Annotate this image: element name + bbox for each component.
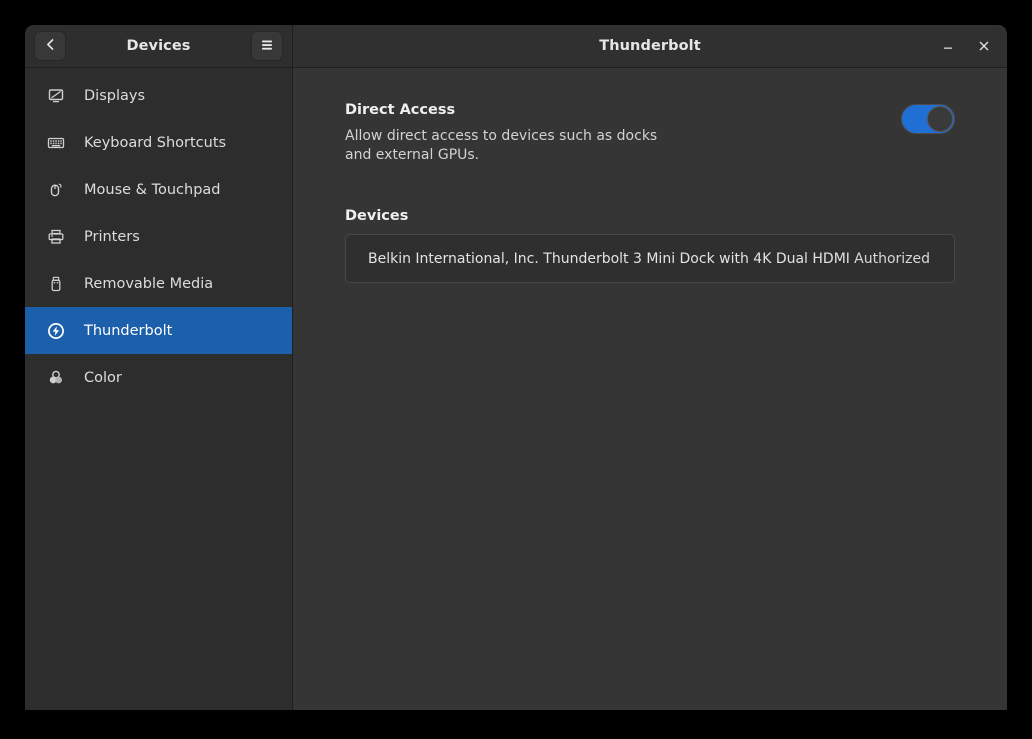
sidebar-item-label: Printers bbox=[84, 229, 140, 245]
header-bar: Devices Thunderbolt bbox=[25, 25, 1007, 68]
color-circles-icon bbox=[47, 369, 65, 387]
thunderbolt-bolt-icon bbox=[47, 322, 65, 340]
menu-button[interactable] bbox=[251, 31, 283, 61]
sidebar-item-label: Removable Media bbox=[84, 276, 213, 292]
sidebar-item-label: Keyboard Shortcuts bbox=[84, 135, 226, 151]
close-button[interactable] bbox=[973, 35, 995, 57]
settings-window: Devices Thunderbolt bbox=[25, 25, 1007, 710]
usb-drive-icon bbox=[47, 275, 65, 293]
printer-icon bbox=[47, 228, 65, 246]
close-icon bbox=[977, 39, 991, 53]
sidebar-item-label: Displays bbox=[84, 88, 145, 104]
direct-access-section: Direct Access Allow direct access to dev… bbox=[345, 102, 955, 165]
minimize-icon bbox=[941, 39, 955, 53]
toggle-knob bbox=[927, 106, 953, 132]
table-row[interactable]: Belkin International, Inc. Thunderbolt 3… bbox=[346, 235, 954, 282]
status-badge: Authorized bbox=[854, 251, 932, 267]
direct-access-toggle[interactable] bbox=[901, 104, 955, 134]
sidebar-item-label: Thunderbolt bbox=[84, 323, 172, 339]
thunderbolt-panel: Direct Access Allow direct access to dev… bbox=[293, 68, 1007, 710]
display-icon bbox=[47, 87, 65, 105]
sidebar-header: Devices bbox=[25, 25, 293, 67]
keyboard-icon bbox=[47, 134, 65, 152]
panel-header: Thunderbolt bbox=[293, 25, 1007, 67]
window-body: Displays bbox=[25, 68, 1007, 710]
window-controls bbox=[937, 35, 995, 57]
direct-access-description: Allow direct access to devices such as d… bbox=[345, 127, 675, 165]
sidebar-item-removable-media[interactable]: Removable Media bbox=[25, 260, 292, 307]
back-button[interactable] bbox=[34, 31, 66, 61]
sidebar-item-color[interactable]: Color bbox=[25, 354, 292, 401]
minimize-button[interactable] bbox=[937, 35, 959, 57]
hamburger-menu-icon bbox=[259, 37, 275, 56]
sidebar-item-mouse-touchpad[interactable]: Mouse & Touchpad bbox=[25, 166, 292, 213]
sidebar-item-displays[interactable]: Displays bbox=[25, 72, 292, 119]
devices-list: Belkin International, Inc. Thunderbolt 3… bbox=[345, 234, 955, 283]
sidebar-item-printers[interactable]: Printers bbox=[25, 213, 292, 260]
panel-title: Thunderbolt bbox=[293, 38, 1007, 54]
mouse-icon bbox=[47, 181, 65, 199]
direct-access-text: Direct Access Allow direct access to dev… bbox=[345, 102, 675, 165]
sidebar-item-thunderbolt[interactable]: Thunderbolt bbox=[25, 307, 292, 354]
sidebar-item-label: Mouse & Touchpad bbox=[84, 182, 220, 198]
devices-section-title: Devices bbox=[345, 208, 955, 224]
sidebar-item-keyboard-shortcuts[interactable]: Keyboard Shortcuts bbox=[25, 119, 292, 166]
direct-access-title: Direct Access bbox=[345, 102, 675, 118]
device-name: Belkin International, Inc. Thunderbolt 3… bbox=[368, 251, 850, 267]
sidebar: Displays bbox=[25, 68, 293, 710]
chevron-left-icon bbox=[43, 37, 58, 56]
sidebar-item-label: Color bbox=[84, 370, 122, 386]
